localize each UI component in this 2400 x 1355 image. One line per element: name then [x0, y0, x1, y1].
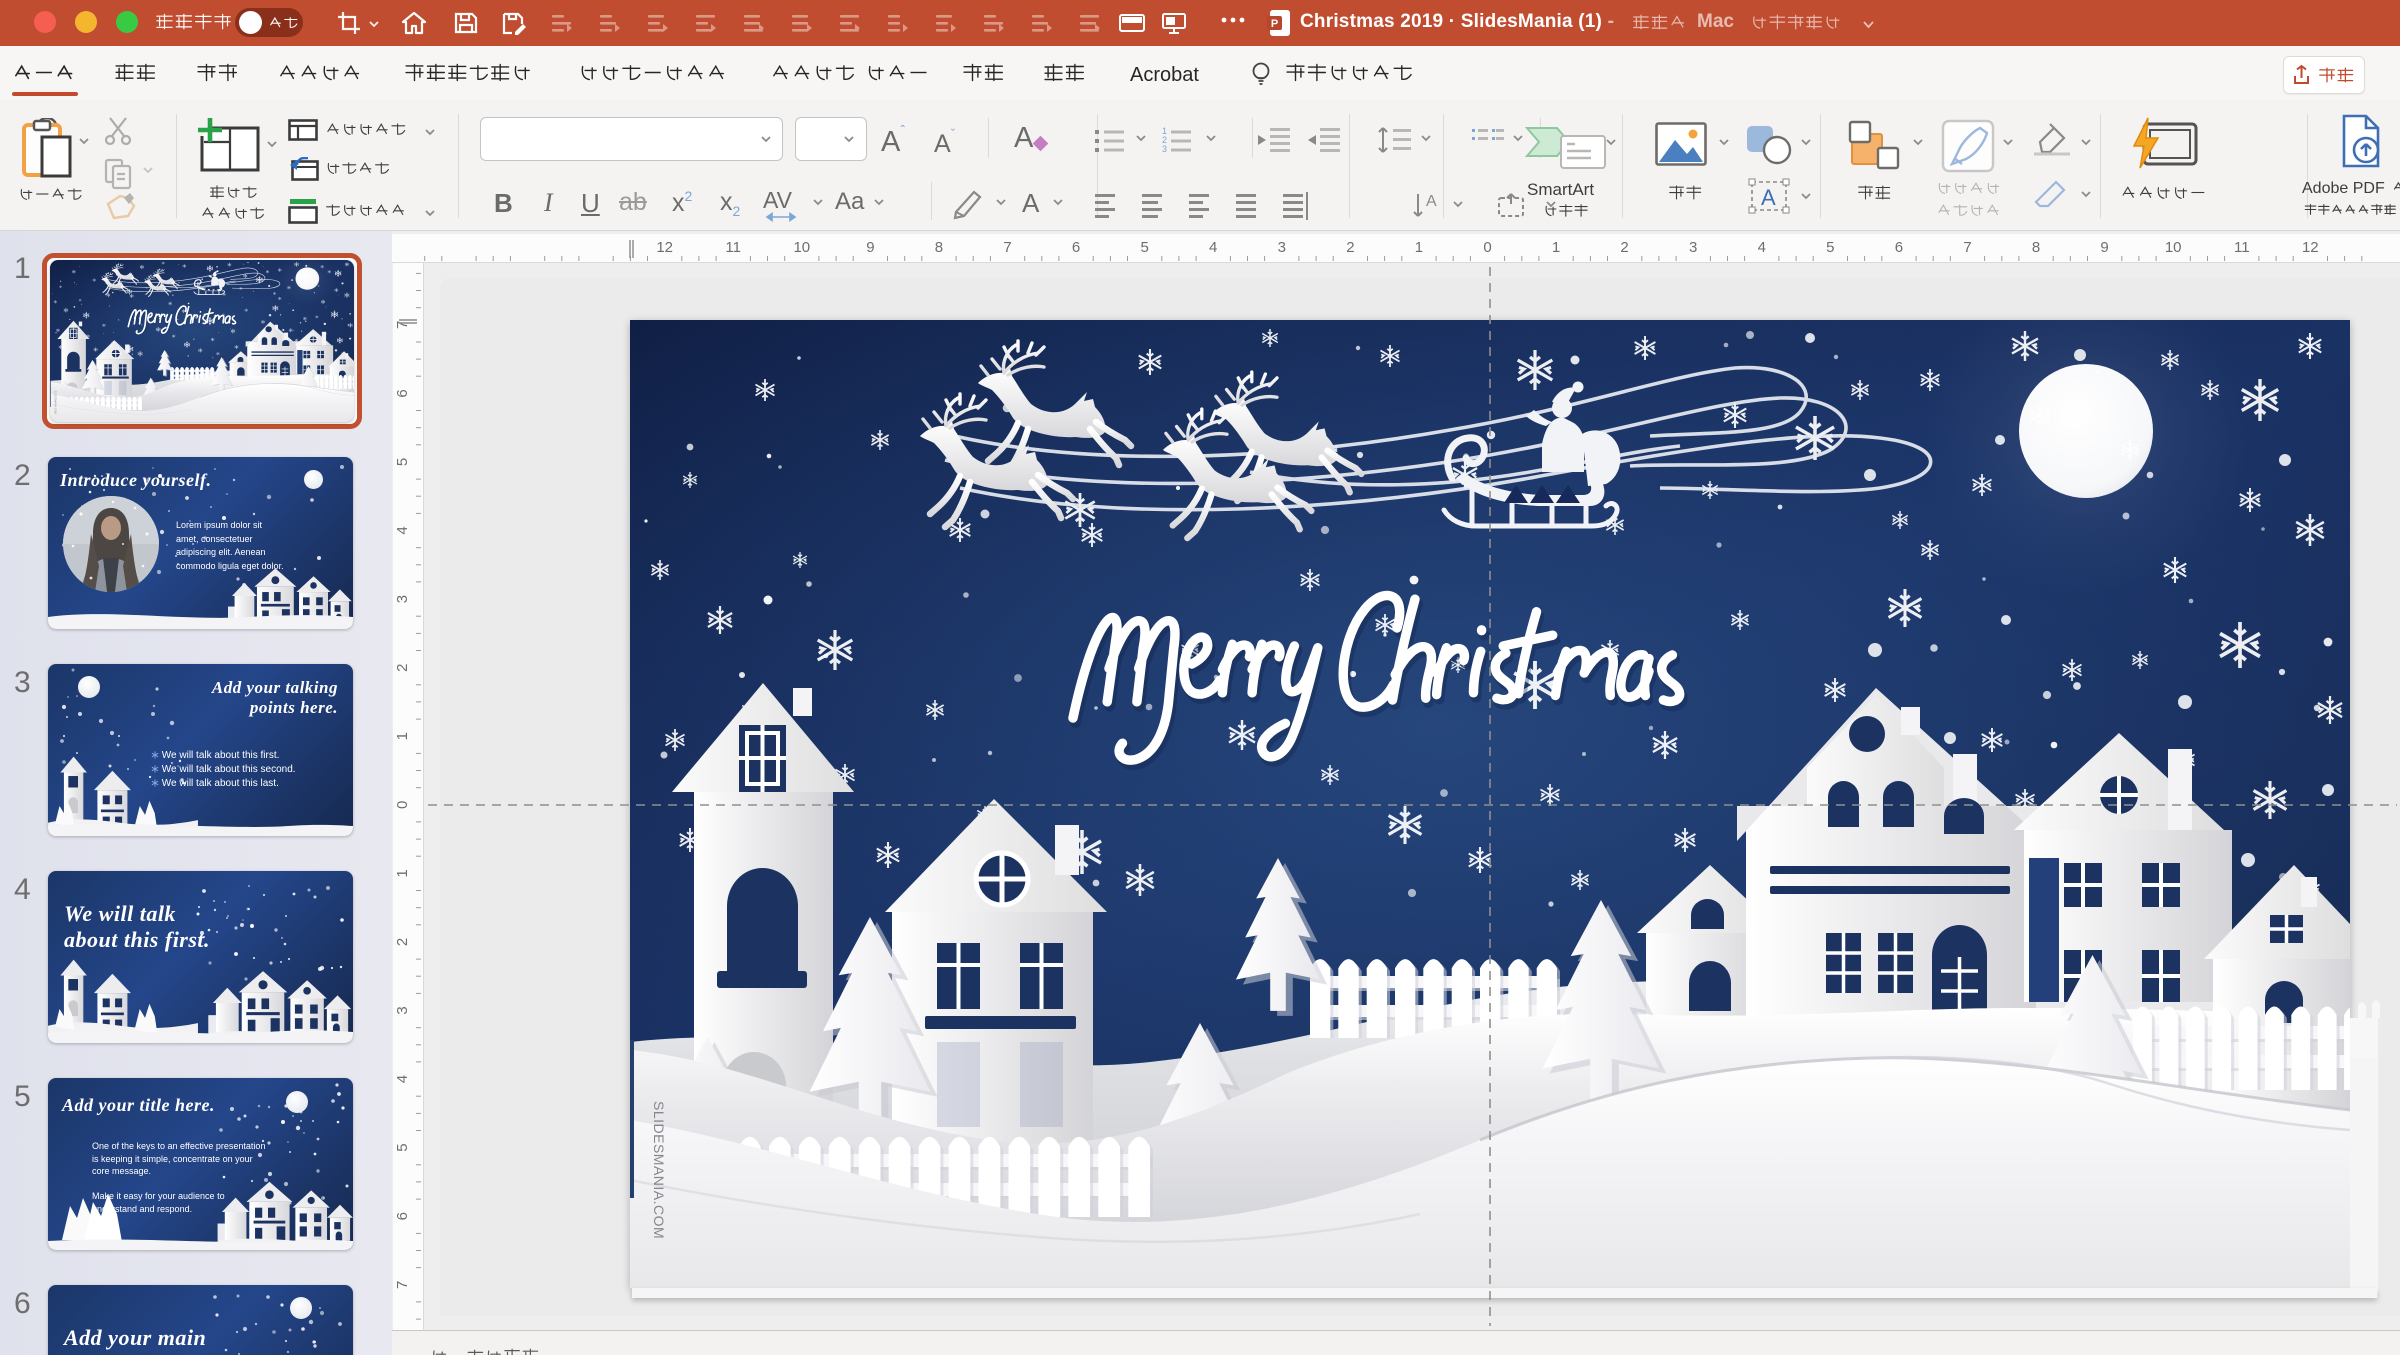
svg-text:12: 12 — [656, 239, 673, 256]
svg-text:1: 1 — [1415, 239, 1423, 256]
svg-text:9: 9 — [866, 239, 874, 256]
svg-text:A: A — [1761, 185, 1776, 210]
svg-text:3: 3 — [394, 1006, 411, 1014]
svg-text:6: 6 — [1072, 239, 1080, 256]
svg-text:6: 6 — [394, 389, 411, 397]
svg-text:3: 3 — [394, 595, 411, 603]
svg-text:P: P — [1271, 18, 1278, 30]
svg-text:6: 6 — [1895, 239, 1903, 256]
svg-text:7: 7 — [394, 1281, 411, 1289]
svg-text:AV: AV — [763, 188, 793, 213]
svg-text:SLIDESMANIA.COM: SLIDESMANIA.COM — [53, 391, 56, 414]
svg-text:9: 9 — [2100, 239, 2108, 256]
svg-text:12: 12 — [2302, 239, 2319, 256]
svg-text:0: 0 — [1483, 239, 1491, 256]
svg-text:7: 7 — [1963, 239, 1971, 256]
svg-text:8: 8 — [2032, 239, 2040, 256]
svg-text:4: 4 — [1209, 239, 1217, 256]
svg-text:2: 2 — [394, 664, 411, 672]
svg-text:2: 2 — [1346, 239, 1354, 256]
svg-text:5: 5 — [394, 458, 411, 466]
svg-text:4: 4 — [1758, 239, 1766, 256]
svg-text:10: 10 — [2165, 239, 2182, 256]
svg-text:A: A — [1426, 193, 1437, 210]
svg-text:4: 4 — [394, 1075, 411, 1083]
svg-text:6: 6 — [394, 1212, 411, 1220]
svg-text:8: 8 — [935, 239, 943, 256]
svg-text:3: 3 — [1278, 239, 1286, 256]
svg-text:11: 11 — [725, 239, 741, 256]
svg-text:5: 5 — [394, 1143, 411, 1151]
svg-text:1: 1 — [394, 869, 411, 877]
svg-text:SLIDESMANIA.COM: SLIDESMANIA.COM — [651, 1101, 667, 1239]
svg-text:5: 5 — [1141, 239, 1149, 256]
svg-text:10: 10 — [793, 239, 810, 256]
svg-text:2: 2 — [1620, 239, 1628, 256]
svg-text:2: 2 — [394, 938, 411, 946]
svg-text:7: 7 — [394, 321, 411, 329]
svg-text:11: 11 — [2234, 239, 2250, 256]
svg-text:1: 1 — [1552, 239, 1560, 256]
svg-text:3: 3 — [1162, 144, 1167, 154]
svg-text:0: 0 — [394, 801, 411, 809]
svg-text:3: 3 — [1689, 239, 1697, 256]
svg-text:5: 5 — [1826, 239, 1834, 256]
svg-text:1: 1 — [394, 732, 411, 740]
svg-text:4: 4 — [394, 526, 411, 534]
svg-text:7: 7 — [1003, 239, 1011, 256]
